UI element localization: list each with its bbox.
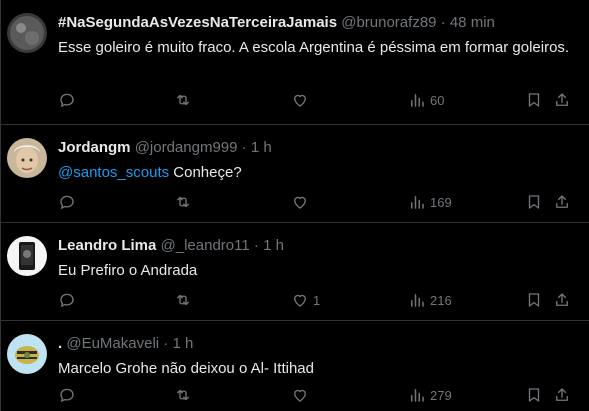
retweet-icon <box>177 389 189 401</box>
avatar-image <box>7 334 47 374</box>
tweet-text: Conheçe? <box>169 164 242 181</box>
view-count: 216 <box>430 292 452 308</box>
timestamp[interactable]: 48 min <box>450 14 495 31</box>
like-icon <box>294 389 306 402</box>
views-button[interactable]: 169 <box>408 191 452 213</box>
views-button[interactable]: 60 <box>408 89 444 111</box>
timestamp[interactable]: 1 h <box>251 139 272 156</box>
bookmark-icon <box>528 293 540 307</box>
retweet-icon <box>177 196 189 208</box>
view-count: 279 <box>430 387 452 403</box>
avatar[interactable] <box>7 138 47 178</box>
bookmark-button[interactable] <box>525 191 543 213</box>
reply-timeline: #NaSegundaAsVezesNaTerceiraJamais @bruno… <box>0 0 589 411</box>
avatar-image <box>7 236 47 276</box>
tweet[interactable]: Jordangm @jordangm999 · 1 h @santos_scou… <box>1 125 589 223</box>
share-icon <box>556 195 568 208</box>
reply-icon <box>60 293 74 308</box>
separator-dot: · <box>163 335 169 352</box>
reply-button[interactable] <box>58 89 76 111</box>
views-button[interactable]: 216 <box>408 289 452 311</box>
retweet-button[interactable] <box>174 89 192 111</box>
separator-dot: · <box>241 139 247 156</box>
like-button[interactable] <box>291 191 313 213</box>
action-bar: 60 <box>58 89 571 111</box>
tweet-header: Jordangm @jordangm999 · 1 h <box>58 138 272 158</box>
tweet-header: . @EuMakaveli · 1 h <box>58 334 193 354</box>
separator-dot: · <box>440 14 446 31</box>
like-button[interactable] <box>291 89 313 111</box>
user-handle[interactable]: @_leandro11 <box>161 237 250 254</box>
share-button[interactable] <box>553 89 571 111</box>
share-button[interactable] <box>553 384 571 406</box>
user-handle[interactable]: @brunorafz89 <box>341 14 436 31</box>
bookmark-icon <box>528 195 540 209</box>
display-name[interactable]: Jordangm <box>58 139 131 156</box>
action-bar: 279 <box>58 384 571 406</box>
avatar-image <box>7 13 47 53</box>
views-icon <box>411 389 424 402</box>
tweet[interactable]: #NaSegundaAsVezesNaTerceiraJamais @bruno… <box>1 0 589 125</box>
bookmark-button[interactable] <box>525 289 543 311</box>
bookmark-button[interactable] <box>525 89 543 111</box>
share-icon <box>556 93 568 106</box>
reply-button[interactable] <box>58 384 76 406</box>
views-icon <box>411 94 424 107</box>
tweet-text: Marcelo Grohe não deixou o Al- Ittihad <box>58 360 314 377</box>
tweet-text: Eu Prefiro o Andrada <box>58 262 198 279</box>
action-bar: 169 <box>58 191 571 213</box>
view-count: 169 <box>430 194 452 210</box>
reply-icon <box>60 388 74 403</box>
timestamp[interactable]: 1 h <box>172 335 193 352</box>
tweet-text-container: @santos_scouts Conheçe? <box>58 162 571 183</box>
reply-button[interactable] <box>58 289 76 311</box>
avatar-image <box>7 138 47 178</box>
retweet-button[interactable] <box>174 384 192 406</box>
action-bar: 1 216 <box>58 289 571 311</box>
retweet-button[interactable] <box>174 289 192 311</box>
bookmark-icon <box>528 93 540 107</box>
bookmark-button[interactable] <box>525 384 543 406</box>
mention-link[interactable]: @santos_scouts <box>58 164 169 181</box>
avatar[interactable] <box>7 236 47 276</box>
separator-dot: · <box>253 237 259 254</box>
avatar[interactable] <box>7 334 47 374</box>
like-button[interactable] <box>291 384 313 406</box>
retweet-icon <box>177 94 189 106</box>
views-icon <box>411 294 424 307</box>
reply-icon <box>60 195 74 210</box>
views-button[interactable]: 279 <box>408 384 452 406</box>
like-icon <box>294 294 306 307</box>
views-icon <box>411 196 424 209</box>
share-button[interactable] <box>553 191 571 213</box>
bookmark-icon <box>528 388 540 402</box>
display-name[interactable]: #NaSegundaAsVezesNaTerceiraJamais <box>58 14 337 31</box>
retweet-icon <box>177 294 189 306</box>
tweet[interactable]: . @EuMakaveli · 1 h Marcelo Grohe não de… <box>1 321 589 411</box>
share-icon <box>556 388 568 401</box>
like-button[interactable]: 1 <box>291 289 320 311</box>
tweet[interactable]: Leandro Lima @_leandro11 · 1 h Eu Prefir… <box>1 223 589 321</box>
avatar[interactable] <box>7 13 47 53</box>
reply-button[interactable] <box>58 191 76 213</box>
user-handle[interactable]: @jordangm999 <box>135 139 238 156</box>
user-handle[interactable]: @EuMakaveli <box>66 335 159 352</box>
tweet-text: Esse goleiro é muito fraco. A escola Arg… <box>58 39 570 56</box>
display-name[interactable]: . <box>58 335 62 352</box>
view-count: 60 <box>430 92 445 108</box>
like-count: 1 <box>313 292 321 308</box>
reply-icon <box>60 93 74 108</box>
like-icon <box>294 196 306 209</box>
tweet-header: #NaSegundaAsVezesNaTerceiraJamais @bruno… <box>58 13 495 33</box>
share-icon <box>556 293 568 306</box>
retweet-button[interactable] <box>174 191 192 213</box>
share-button[interactable] <box>553 289 571 311</box>
display-name[interactable]: Leandro Lima <box>58 237 156 254</box>
like-icon <box>294 94 306 107</box>
tweet-header: Leandro Lima @_leandro11 · 1 h <box>58 236 284 256</box>
timestamp[interactable]: 1 h <box>263 237 284 254</box>
